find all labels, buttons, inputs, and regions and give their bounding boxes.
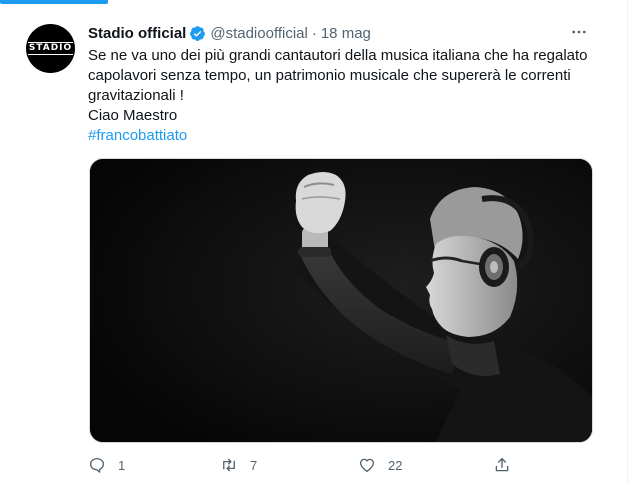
avatar[interactable]: STADIO — [26, 24, 75, 73]
tweet-text-line: Se ne va uno dei più grandi cantautori d… — [88, 47, 588, 64]
avatar-logo-text: STADIO — [27, 42, 74, 55]
retweet-count: 7 — [250, 457, 258, 473]
verified-badge-icon — [189, 25, 206, 42]
share-button[interactable] — [493, 452, 511, 478]
tweet[interactable]: STADIO Stadio official @stadioofficial ·… — [0, 0, 628, 484]
reply-button[interactable]: 1 — [88, 452, 125, 478]
tweet-text: Se ne va uno dei più grandi cantautori d… — [88, 46, 608, 146]
like-button[interactable]: 22 — [358, 452, 402, 478]
reply-count: 1 — [118, 457, 126, 473]
reply-icon — [89, 457, 105, 473]
tweet-date[interactable]: 18 mag — [321, 25, 371, 42]
tweet-actions: 1 7 22 — [88, 452, 528, 478]
tweet-text-line: gravitazionali ! — [88, 87, 184, 104]
photo-man-raised-fist-headphones — [90, 159, 592, 442]
display-name[interactable]: Stadio official — [88, 25, 186, 42]
tweet-text-line: Ciao Maestro — [88, 107, 178, 124]
tweet-header: Stadio official @stadioofficial · 18 mag — [88, 22, 371, 44]
more-options-button[interactable] — [566, 19, 592, 45]
user-handle[interactable]: @stadioofficial — [210, 25, 308, 42]
more-options-icon — [572, 30, 586, 34]
tweet-photo[interactable] — [89, 158, 593, 443]
share-icon — [495, 457, 509, 472]
tweet-text-line: capolavori senza tempo, un patrimonio mu… — [88, 67, 571, 84]
dot-separator: · — [311, 24, 317, 42]
retweet-icon — [223, 458, 235, 472]
like-count: 22 — [388, 457, 403, 473]
heart-icon — [359, 458, 375, 473]
retweet-button[interactable]: 7 — [220, 452, 257, 478]
hashtag-link[interactable]: #francobattiato — [88, 126, 608, 146]
